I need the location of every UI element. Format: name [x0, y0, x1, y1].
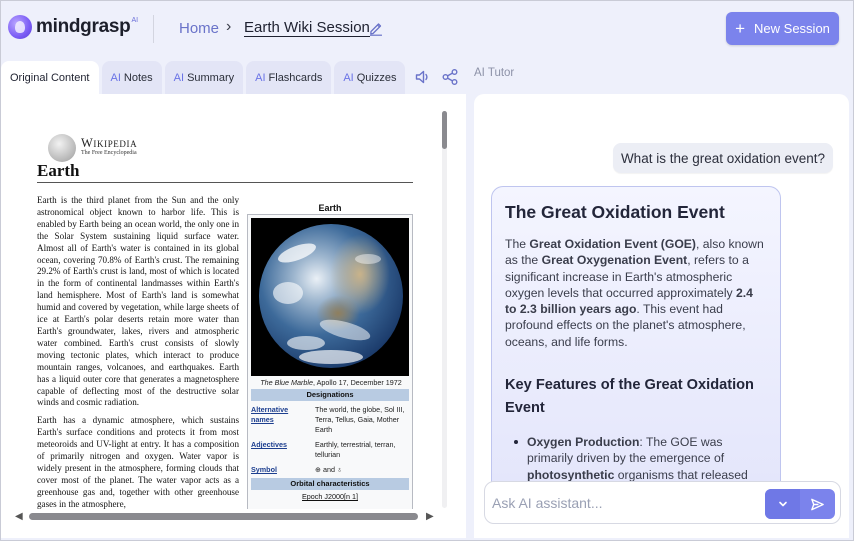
logo-text: mindgrasp	[36, 16, 131, 37]
wikipedia-wordmark: Wikipedia	[81, 136, 138, 150]
title-rule	[37, 182, 413, 183]
infobox: Earth The Blue Marble, Apollo 17, Decemb…	[247, 203, 413, 509]
new-session-label: New Session	[754, 21, 830, 36]
scroll-left-icon[interactable]: ◀	[15, 511, 23, 522]
user-question-text: What is the great oxidation event?	[620, 150, 826, 166]
model-dropdown-button[interactable]	[765, 489, 800, 519]
answer-title: The Great Oxidation Event	[505, 202, 725, 222]
app-window: mindgrasp AI Home › Earth Wiki Session +…	[0, 0, 854, 541]
vertical-scroll-thumb[interactable]	[442, 111, 447, 149]
assistant-message: The Great Oxidation Event The Great Oxid…	[491, 186, 781, 486]
logo[interactable]: mindgrasp AI	[8, 15, 138, 39]
new-session-button[interactable]: + New Session	[726, 12, 839, 45]
tab-ai-prefix: AI	[343, 71, 354, 84]
share-icon[interactable]	[441, 68, 459, 86]
infobox-row: Alternative names The world, the globe, …	[251, 405, 405, 434]
logo-superscript: AI	[131, 16, 139, 24]
send-controls	[765, 489, 835, 519]
features-heading: Key Features of the Great Oxidation Even…	[505, 377, 754, 417]
breadcrumb-separator: ›	[226, 18, 232, 35]
tab-ai-quizzes[interactable]: AI Quizzes	[334, 61, 406, 94]
ask-ai-input[interactable]	[492, 493, 752, 513]
header-divider	[153, 15, 154, 43]
user-message: What is the great oxidation event?	[613, 143, 833, 173]
tab-ai-prefix: AI	[173, 71, 185, 84]
vertical-scrollbar[interactable]	[442, 111, 447, 508]
infobox-row: Symbol ⊕ and ♁	[251, 465, 343, 474]
wikipedia-globe-icon	[48, 134, 76, 162]
brain-logo-icon	[8, 15, 32, 39]
pencil-icon[interactable]	[368, 20, 384, 36]
original-content-pane: Wikipedia The Free Encyclopedia Earth Ea…	[1, 94, 466, 538]
horizontal-scrollbar[interactable]	[29, 513, 418, 520]
content-tabs: Original Content AI Notes AI Summary AI …	[1, 61, 408, 94]
tab-ai-prefix: AI	[255, 71, 266, 84]
infobox-row: Adjectives Earthly, terrestrial, terran,…	[251, 440, 396, 459]
scroll-right-icon[interactable]: ▶	[426, 511, 434, 522]
tab-ai-prefix: AI	[110, 71, 121, 84]
article-title: Earth	[37, 161, 80, 180]
image-caption: The Blue Marble, Apollo 17, December 197…	[260, 378, 402, 387]
article-body: Earth is the third planet from the Sun a…	[37, 195, 239, 509]
tab-ai-notes[interactable]: AI Notes	[101, 61, 162, 94]
orbital-header: Orbital characteristics	[251, 478, 409, 490]
chat-input-box	[484, 481, 841, 524]
breadcrumb-home[interactable]: Home	[179, 20, 219, 37]
tab-label: Quizzes	[356, 71, 397, 84]
infobox-title: Earth	[318, 203, 342, 213]
tab-label: Original Content	[10, 71, 90, 84]
speaker-icon[interactable]	[414, 68, 432, 86]
tab-original-content[interactable]: Original Content	[1, 61, 99, 94]
tab-ai-summary[interactable]: AI Summary	[164, 61, 244, 94]
tab-label: Flashcards	[268, 71, 323, 84]
tab-ai-flashcards[interactable]: AI Flashcards	[246, 61, 332, 94]
header: mindgrasp AI Home › Earth Wiki Session +…	[1, 1, 853, 57]
earth-globe	[259, 224, 403, 368]
list-item: Oxygen Production: The GOE was primarily…	[514, 434, 767, 486]
plus-icon: +	[735, 19, 746, 38]
tab-label: Notes	[123, 71, 153, 84]
infobox-epoch: Epoch J2000[n 1]	[302, 492, 358, 501]
send-button[interactable]	[800, 489, 835, 519]
chevron-down-icon	[778, 501, 787, 507]
answer-intro: The Great Oxidation Event (GOE), also kn…	[505, 237, 764, 349]
send-icon	[811, 498, 824, 510]
ai-tutor-label: AI Tutor	[474, 67, 515, 79]
article-paragraph: Earth has a dynamic atmosphere, which su…	[37, 415, 239, 509]
wikipedia-tagline: The Free Encyclopedia	[81, 150, 137, 156]
designations-header: Designations	[251, 389, 409, 401]
session-title[interactable]: Earth Wiki Session	[244, 20, 370, 37]
wikipedia-document[interactable]: Wikipedia The Free Encyclopedia Earth Ea…	[31, 94, 421, 509]
tab-label: Summary	[187, 71, 235, 84]
article-paragraph: Earth is the third planet from the Sun a…	[37, 195, 239, 408]
features-list: Oxygen Production: The GOE was primarily…	[505, 434, 767, 486]
earth-image	[251, 218, 409, 376]
